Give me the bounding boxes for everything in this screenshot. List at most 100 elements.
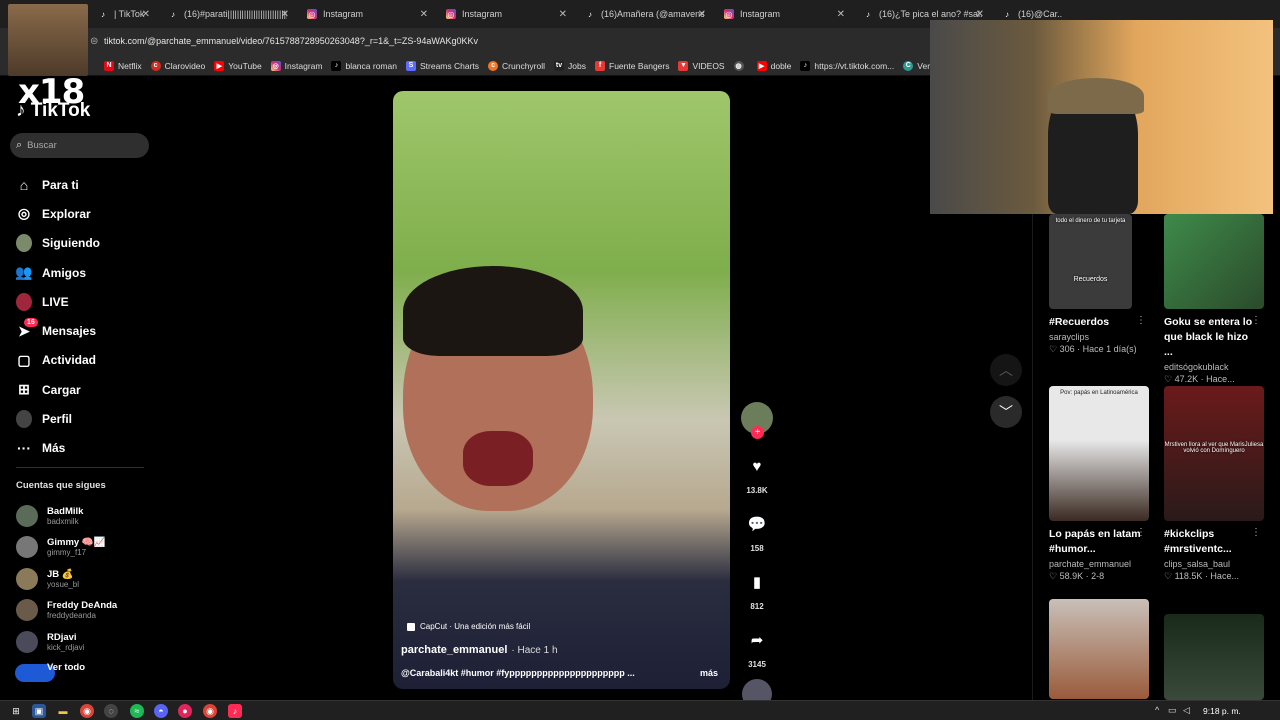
store-icon[interactable]: ▣ — [32, 704, 46, 718]
url-text[interactable]: tiktok.com/@parchate_emmanuel/video/7615… — [104, 36, 478, 46]
video-thumbnail[interactable] — [1164, 214, 1264, 309]
like-button[interactable]: ♥ — [741, 450, 773, 482]
video-card[interactable]: Goku se entera lo que black le hizo ... ⋮… — [1164, 214, 1266, 385]
bookmark-jobs[interactable]: tv Jobs — [554, 60, 586, 71]
nav-item-actividad[interactable]: ▢ Actividad — [16, 346, 146, 375]
spotify-icon[interactable]: ≈ — [130, 704, 144, 718]
capcut-label[interactable]: CapCut · Una edición más fácil — [407, 622, 530, 631]
nav-item-para-ti[interactable]: ⌂ Para ti — [16, 170, 146, 199]
app-icon[interactable]: ◌ — [104, 704, 118, 718]
close-icon[interactable]: ✕ — [559, 9, 567, 20]
nav-item-live[interactable]: LIVE — [16, 287, 146, 316]
close-icon[interactable]: ✕ — [976, 9, 984, 20]
more-icon: ··· — [17, 440, 31, 457]
bookmark-youtube[interactable]: ▶ YouTube — [214, 60, 262, 71]
video-card[interactable]: todo el dinero de tu tarjeta Recuerdos #R… — [1049, 214, 1151, 355]
bookmark-crunchyroll[interactable]: c Crunchyroll — [488, 60, 545, 71]
tiktok-icon[interactable]: ♪ — [228, 704, 242, 718]
tab-3[interactable]: ◎ Instagram ✕ — [297, 0, 436, 28]
video-thumbnail[interactable]: Mrstiven llora al ver que MarisJuliesa v… — [1164, 386, 1264, 521]
video-card[interactable] — [1049, 599, 1151, 699]
bookmark-streams-charts[interactable]: S Streams Charts — [405, 60, 479, 71]
save-button[interactable]: ▮ — [741, 566, 773, 598]
video-thumbnail[interactable] — [1049, 599, 1149, 699]
close-icon[interactable]: ✕ — [142, 9, 150, 20]
bookmark-vt-tiktok[interactable]: ♪ https://vt.tiktok.com... — [800, 60, 894, 71]
chrome-icon[interactable]: ◉ — [80, 704, 94, 718]
heart-icon: ♡ — [1164, 374, 1175, 384]
bookmark-globe[interactable]: ◍ — [733, 60, 748, 71]
discord-icon[interactable]: ◓ — [154, 704, 168, 718]
following-item[interactable]: Gimmy 🧠📈 gimmy_f17 — [16, 532, 156, 564]
video-thumbnail[interactable]: Pov: papás en Latinoamérica — [1049, 386, 1149, 521]
following-item[interactable]: Freddy DeAnda freddydeanda — [16, 595, 156, 627]
close-icon[interactable]: ✕ — [420, 9, 428, 20]
search-input[interactable]: ⌕ Buscar — [10, 133, 149, 158]
tab-6[interactable]: ◎ Instagram ✕ — [714, 0, 853, 28]
video-card[interactable]: Pov: papás en Latinoamérica Lo papás en … — [1049, 386, 1151, 582]
nav-item-mas[interactable]: ··· Más — [16, 434, 146, 463]
bookmark-netflix[interactable]: N Netflix — [104, 60, 142, 71]
clock[interactable]: 9:18 p. m. — [1203, 706, 1241, 716]
close-icon[interactable]: ✕ — [281, 9, 289, 20]
next-video-button[interactable]: ﹀ — [990, 396, 1022, 428]
bookmark-videos[interactable]: ▼ VIDEOS — [678, 60, 725, 71]
upload-icon: ⊞ — [18, 381, 30, 398]
share-button[interactable]: ➦ — [741, 624, 773, 656]
creator-avatar[interactable]: + — [741, 402, 773, 439]
see-all-link[interactable]: Ver todo — [47, 662, 85, 673]
more-options-icon[interactable]: ⋮ — [1251, 527, 1261, 538]
tab-1[interactable]: ♪ | TikTok ✕ — [88, 0, 158, 28]
search-icon: ⌕ — [16, 139, 23, 151]
tab-5[interactable]: ♪ (16)Amañera (@amavene... ✕ — [575, 0, 714, 28]
previous-video-button[interactable]: ︿ — [990, 354, 1022, 386]
video-author[interactable]: parchate_emmanuel · Hace 1 h — [401, 644, 558, 656]
tab-2[interactable]: ♪(16)#parati||||||||||||||||||||||||||||… — [158, 0, 297, 28]
close-icon[interactable]: ✕ — [837, 9, 845, 20]
clarovideo-icon: c — [150, 60, 161, 71]
nav-item-perfil[interactable]: Perfil — [16, 404, 146, 433]
tray-chevron-icon[interactable]: ^ — [1155, 705, 1159, 715]
chrome-icon[interactable]: ◉ — [203, 704, 217, 718]
following-item[interactable]: BadMilk badxmilk — [16, 500, 156, 532]
like-count: 13.8K — [746, 486, 768, 495]
network-icon[interactable]: ▭ — [1168, 705, 1177, 716]
more-options-icon[interactable]: ⋮ — [1136, 315, 1146, 326]
video-thumbnail[interactable]: todo el dinero de tu tarjeta Recuerdos — [1049, 214, 1132, 309]
site-info-icon[interactable]: ⊜ — [90, 36, 98, 47]
nav-item-explorar[interactable]: ◎ Explorar — [16, 199, 146, 228]
following-item[interactable]: JB 💰 yosue_bl — [16, 563, 156, 595]
following-item[interactable]: RDjavi kick_rdjavi — [16, 626, 156, 658]
tiktok-icon: ♪ — [588, 9, 592, 19]
caption-more-button[interactable]: más — [700, 668, 718, 678]
bookmark-fuente-bangers[interactable]: f Fuente Bangers — [595, 60, 669, 71]
nav-item-siguiendo[interactable]: Siguiendo — [16, 229, 146, 258]
app-icon[interactable]: ● — [178, 704, 192, 718]
follow-plus-icon[interactable]: + — [751, 426, 764, 439]
volume-icon[interactable]: ◁ — [1183, 705, 1190, 716]
video-player[interactable]: CapCut · Una edición más fácil parchate_… — [393, 91, 730, 689]
tab-4[interactable]: ◎ Instagram ✕ — [436, 0, 575, 28]
windows-start-icon[interactable]: ⊞ — [9, 704, 23, 718]
avatar — [16, 536, 38, 559]
file-explorer-icon[interactable]: ▬ — [56, 704, 70, 718]
comment-button[interactable]: 💬 — [741, 508, 773, 540]
video-card[interactable]: Mrstiven llora al ver que MarisJuliesa v… — [1164, 386, 1266, 582]
more-options-icon[interactable]: ⋮ — [1136, 527, 1146, 538]
close-icon[interactable]: ✕ — [698, 9, 706, 20]
more-options-icon[interactable]: ⋮ — [1251, 315, 1261, 326]
tiktok-logo[interactable]: ♪ TikTok — [16, 100, 90, 122]
video-thumbnail[interactable] — [1164, 614, 1264, 700]
bookmark-instagram[interactable]: ◎ Instagram — [270, 60, 322, 71]
tiktok-icon: ♪ — [866, 9, 870, 19]
nav-item-cargar[interactable]: ⊞ Cargar — [16, 375, 146, 404]
video-card[interactable] — [1164, 614, 1266, 700]
bookmark-icon: ▮ — [752, 574, 762, 591]
bookmark-doble[interactable]: ▶ doble — [756, 60, 791, 71]
bookmark-clarovideo[interactable]: c Clarovideo — [150, 60, 205, 71]
activity-icon: ▢ — [17, 351, 31, 368]
avatar — [16, 504, 38, 527]
nav-item-amigos[interactable]: 👥 Amigos — [15, 258, 146, 287]
heart-icon: ♥ — [752, 457, 762, 475]
bookmark-blanca-roman[interactable]: ♪ blanca roman — [331, 60, 397, 71]
